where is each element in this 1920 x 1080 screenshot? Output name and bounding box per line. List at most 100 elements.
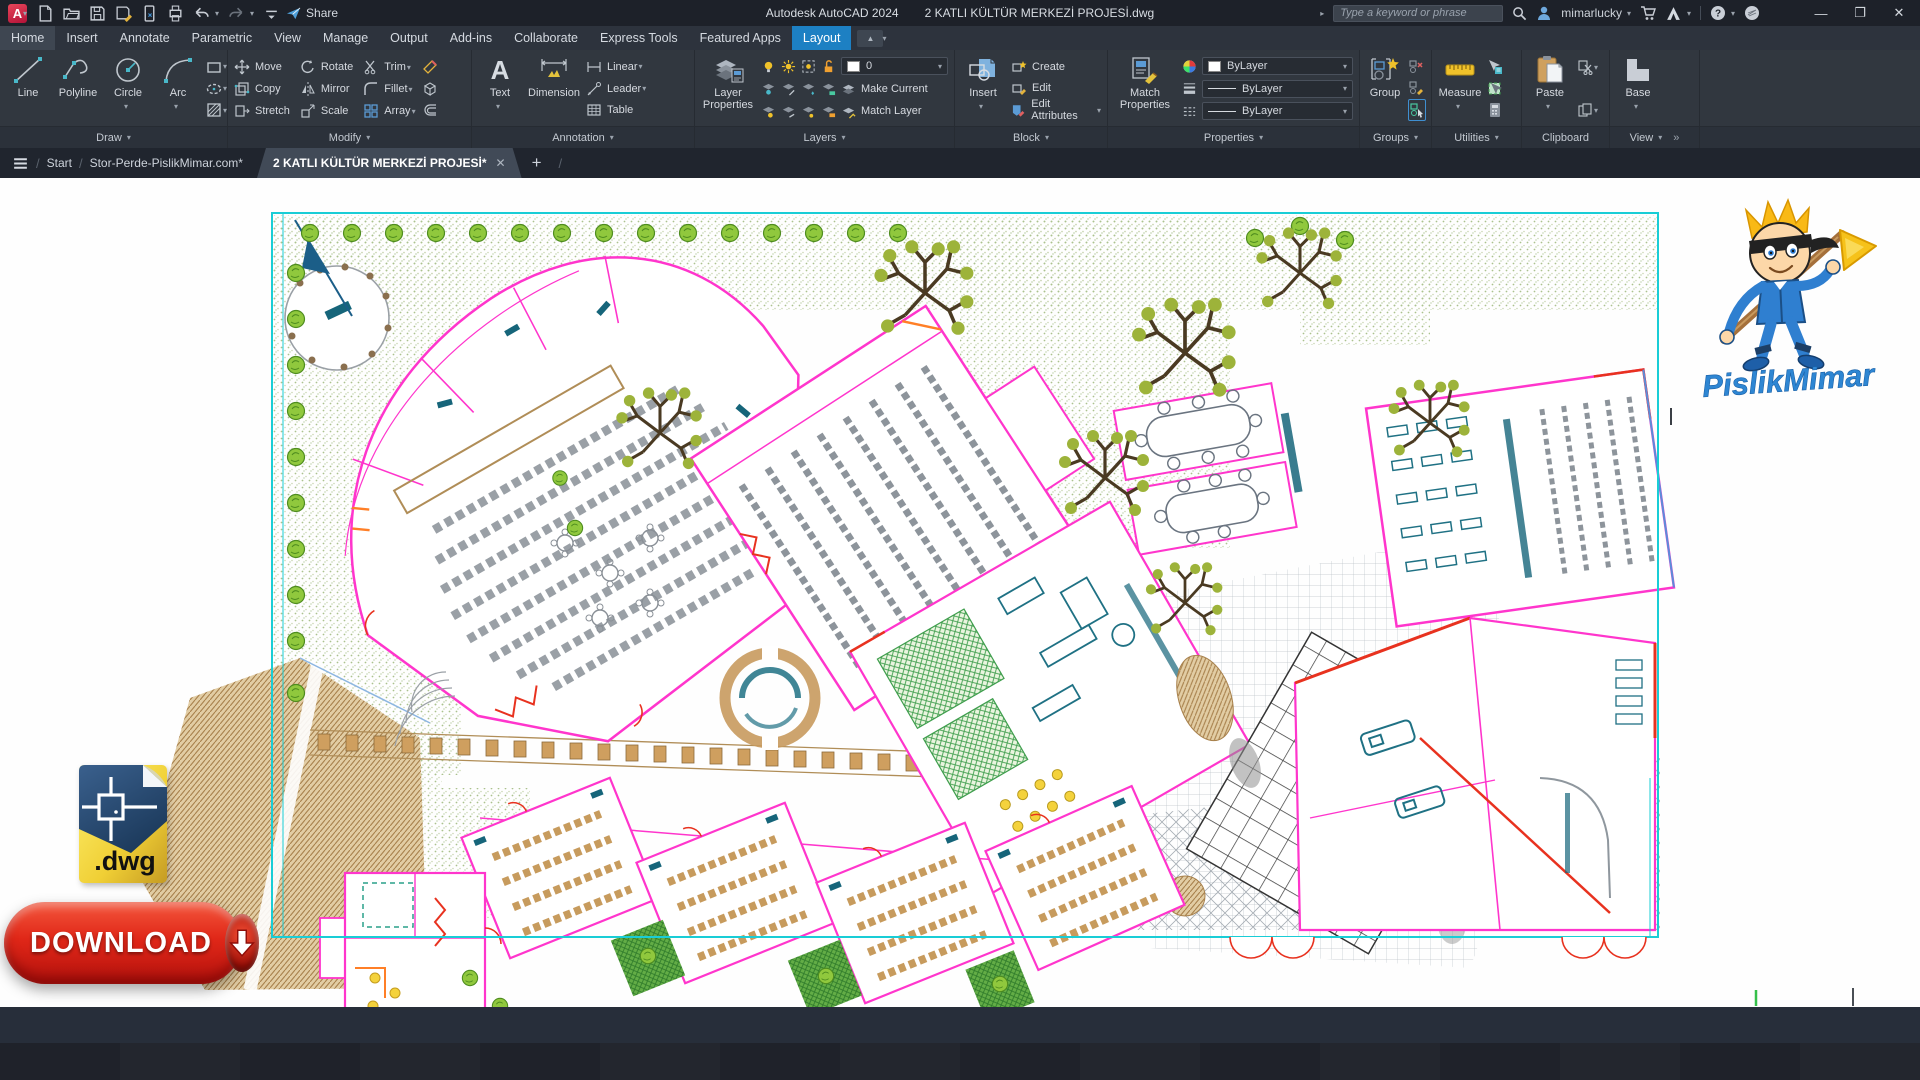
plot-icon[interactable] <box>141 5 158 22</box>
calculator-button[interactable] <box>1487 99 1503 121</box>
new-file-icon[interactable] <box>37 5 54 22</box>
lineweight-dropdown[interactable]: ByLayer▾ <box>1202 80 1353 98</box>
group-selection-toggle[interactable] <box>1408 99 1426 121</box>
annotation-panel-footer[interactable]: Annotation▾ <box>472 126 694 148</box>
autodesk-logo-icon[interactable] <box>1665 5 1682 22</box>
autodesk-menu-caret-icon[interactable]: ▾ <box>1687 9 1691 18</box>
create-block-button[interactable]: Create <box>1011 56 1101 78</box>
ribbon-collapse-control[interactable]: ▲ ▾ <box>857 26 886 50</box>
fillet-button[interactable]: Fillet▾ <box>363 78 415 100</box>
tab-view[interactable]: View <box>263 26 312 50</box>
groups-panel-footer[interactable]: Groups▾ <box>1360 126 1431 148</box>
utilities-panel-footer[interactable]: Utilities▾ <box>1432 126 1521 148</box>
offset-button[interactable] <box>422 99 438 121</box>
layer-on-bulb-icon[interactable] <box>761 59 776 74</box>
user-menu-caret-icon[interactable]: ▾ <box>1627 9 1631 18</box>
match-properties-button[interactable]: Match Properties <box>1114 53 1176 124</box>
layer-select-dropdown[interactable]: 0 ▾ <box>841 57 948 75</box>
stretch-button[interactable]: Stretch <box>234 100 290 122</box>
layer-lock-icon[interactable] <box>821 81 836 96</box>
group-button[interactable]: Group <box>1366 53 1404 124</box>
tab-annotate[interactable]: Annotate <box>109 26 181 50</box>
drawing-canvas[interactable]: PATIO <box>0 178 1920 1007</box>
tab-featured-apps[interactable]: Featured Apps <box>689 26 792 50</box>
mirror-button[interactable]: Mirror <box>300 78 353 100</box>
download-button[interactable]: DOWNLOAD <box>4 902 242 984</box>
layers-panel-footer[interactable]: Layers▾ <box>695 126 954 148</box>
user-avatar-icon[interactable] <box>1536 5 1552 21</box>
clipboard-panel-footer[interactable]: Clipboard <box>1522 126 1609 148</box>
text-button[interactable]: A Text▾ <box>478 53 522 124</box>
hamburger-menu-icon[interactable] <box>12 155 29 172</box>
properties-panel-footer[interactable]: Properties▾ <box>1108 126 1359 148</box>
layer-previous-icon[interactable] <box>781 104 796 119</box>
minimize-button[interactable]: — <box>1806 0 1836 26</box>
tab-output[interactable]: Output <box>379 26 439 50</box>
ribbon-collapse-caret-icon[interactable]: ▾ <box>882 34 886 43</box>
rotate-button[interactable]: Rotate <box>300 56 353 78</box>
restore-button[interactable]: ❐ <box>1845 0 1875 26</box>
erase-button[interactable] <box>422 56 438 78</box>
new-tab-plus-icon[interactable]: + <box>532 153 542 173</box>
match-layer-button[interactable]: Match Layer <box>861 105 922 117</box>
insert-block-button[interactable]: Insert▾ <box>961 53 1005 124</box>
linear-dimension-button[interactable]: Linear▾ <box>586 56 646 78</box>
tab-close-icon[interactable]: ✕ <box>496 156 506 170</box>
move-button[interactable]: Move <box>234 56 290 78</box>
help-icon[interactable]: ? <box>1710 5 1726 21</box>
feedback-icon[interactable] <box>1744 5 1760 21</box>
redo-icon[interactable] <box>228 5 245 22</box>
layer-properties-button[interactable]: Layer Properties <box>701 53 755 124</box>
layer-isolate-icon[interactable] <box>761 81 776 96</box>
share-button[interactable]: Share <box>286 6 338 21</box>
tab-insert[interactable]: Insert <box>55 26 108 50</box>
scale-button[interactable]: Scale <box>300 100 353 122</box>
block-panel-footer[interactable]: Block▾ <box>955 126 1107 148</box>
dimension-button[interactable]: Dimension <box>528 53 580 124</box>
leader-button[interactable]: Leader▾ <box>586 78 646 100</box>
tab-kultur-merkezi-active[interactable]: 2 KATLI KÜLTÜR MERKEZİ PROJESİ* ✕ <box>257 148 522 178</box>
group-edit-button[interactable] <box>1408 78 1426 100</box>
circle-button[interactable]: Circle▾ <box>106 53 150 124</box>
tab-home[interactable]: Home <box>0 26 55 50</box>
trim-button[interactable]: Trim▾ <box>363 56 415 78</box>
copy-button[interactable]: Copy <box>234 78 290 100</box>
modify-panel-footer[interactable]: Modify▾ <box>228 126 471 148</box>
linetype-dropdown[interactable]: ByLayer▾ <box>1202 102 1353 120</box>
layer-freeze-vp-icon[interactable] <box>801 59 816 74</box>
id-point-button[interactable] <box>1487 78 1503 100</box>
print-icon[interactable] <box>167 5 184 22</box>
open-folder-icon[interactable] <box>63 5 80 22</box>
object-color-dropdown[interactable]: ByLayer▾ <box>1202 57 1353 75</box>
tab-parametric[interactable]: Parametric <box>181 26 263 50</box>
layer-off-icon[interactable] <box>761 104 776 119</box>
ellipse-tool-button[interactable]: ▾ <box>206 78 227 100</box>
layer-unisolate-icon[interactable] <box>781 81 796 96</box>
copy-clip-button[interactable]: ▾ <box>1577 99 1598 121</box>
app-menu-caret-icon[interactable]: ▾ <box>23 9 27 18</box>
layer-thaw-sun-icon[interactable] <box>781 59 796 74</box>
edit-attributes-button[interactable]: Edit Attributes▾ <box>1011 99 1101 121</box>
search-icon[interactable] <box>1512 6 1527 21</box>
app-store-cart-icon[interactable] <box>1640 5 1656 21</box>
cut-button[interactable]: ▾ <box>1577 56 1598 78</box>
tab-collaborate[interactable]: Collaborate <box>503 26 589 50</box>
close-button[interactable]: ✕ <box>1884 0 1914 26</box>
paste-button[interactable]: Paste▾ <box>1528 53 1572 124</box>
help-caret-icon[interactable]: ▾ <box>1731 9 1735 18</box>
undo-icon[interactable] <box>193 5 210 22</box>
hatch-tool-button[interactable]: ▾ <box>206 99 227 121</box>
measure-button[interactable]: Measure▾ <box>1438 53 1482 124</box>
signed-in-user[interactable]: mimarlucky <box>1561 6 1622 20</box>
quick-select-button[interactable] <box>1487 56 1503 78</box>
save-icon[interactable] <box>89 5 106 22</box>
tab-layout[interactable]: Layout <box>792 26 852 50</box>
view-panel-footer[interactable]: View▾» <box>1610 126 1699 148</box>
layer-merge-icon[interactable] <box>801 104 816 119</box>
qat-customize-icon[interactable] <box>263 5 280 22</box>
polyline-button[interactable]: Polyline <box>56 53 100 124</box>
layer-freeze-icon[interactable] <box>801 81 816 96</box>
arc-button[interactable]: Arc▾ <box>156 53 200 124</box>
array-button[interactable]: Array▾ <box>363 100 415 122</box>
search-expand-icon[interactable]: ▸ <box>1320 9 1324 18</box>
